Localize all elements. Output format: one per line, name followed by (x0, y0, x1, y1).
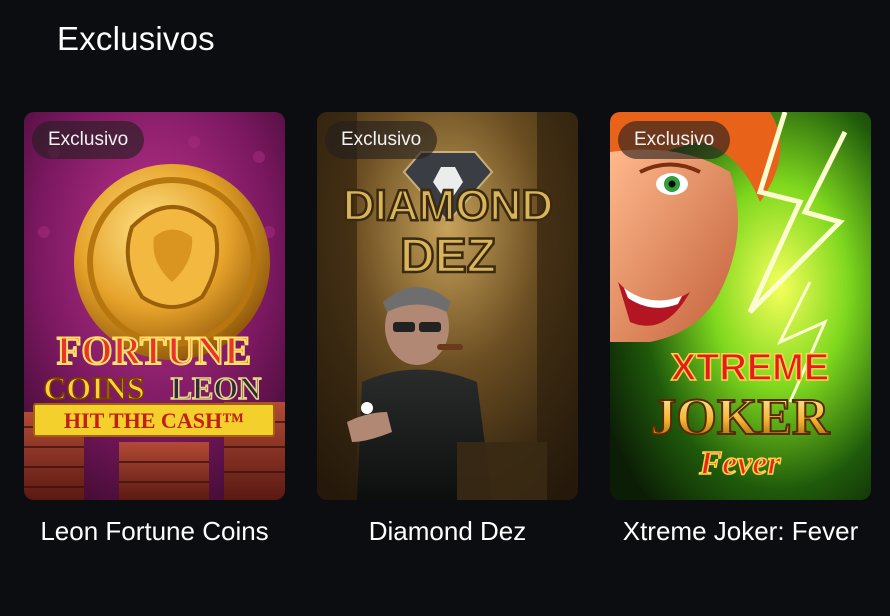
game-artwork: XTREME JOKER Fever (610, 112, 871, 500)
exclusive-badge: Exclusivo (618, 121, 731, 159)
game-title[interactable]: Xtreme Joker: Fever (610, 516, 871, 547)
game-card-leon-fortune-coins[interactable]: FORTUNE COINS LEON HIT THE CASH™ Exclusi… (24, 112, 285, 547)
game-thumbnail[interactable]: FORTUNE COINS LEON HIT THE CASH™ Exclusi… (24, 112, 285, 500)
exclusive-badge: Exclusivo (32, 121, 145, 159)
svg-text:LEON: LEON (171, 370, 262, 406)
svg-text:DEZ: DEZ (400, 230, 496, 283)
svg-text:Fever: Fever (698, 445, 781, 482)
svg-text:DIAMOND: DIAMOND (343, 181, 553, 230)
svg-text:COINS: COINS (43, 370, 144, 406)
game-title[interactable]: Leon Fortune Coins (24, 516, 285, 547)
game-card-xtreme-joker-fever[interactable]: XTREME JOKER Fever Exclusivo Xtreme Joke… (610, 112, 871, 547)
exclusive-badge: Exclusivo (325, 121, 438, 159)
game-artwork: DIAMOND DEZ (317, 112, 578, 500)
svg-text:JOKER: JOKER (650, 389, 831, 446)
game-artwork: FORTUNE COINS LEON HIT THE CASH™ (24, 112, 285, 500)
section-title: Exclusivos (57, 20, 215, 57)
game-title[interactable]: Diamond Dez (317, 516, 578, 547)
game-card-diamond-dez[interactable]: DIAMOND DEZ Exclusivo Diamond Dez (317, 112, 578, 547)
svg-text:XTREME: XTREME (671, 347, 829, 389)
game-thumbnail[interactable]: XTREME JOKER Fever Exclusivo (610, 112, 871, 500)
svg-text:HIT THE CASH™: HIT THE CASH™ (64, 408, 244, 433)
game-thumbnail[interactable]: DIAMOND DEZ Exclusivo (317, 112, 578, 500)
svg-text:FORTUNE: FORTUNE (57, 328, 251, 373)
